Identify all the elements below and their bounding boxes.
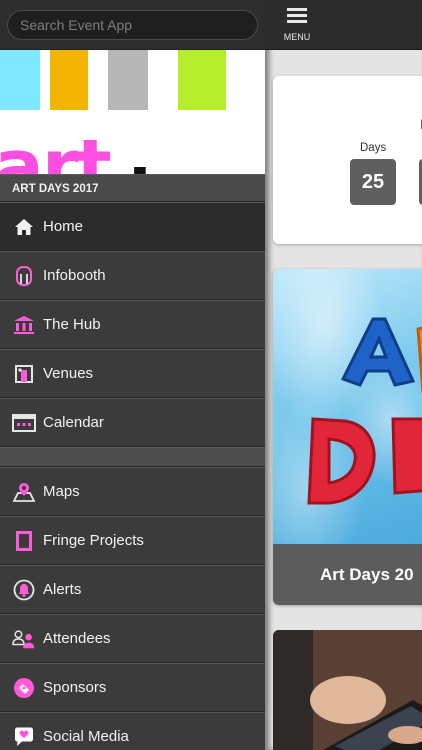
social-icon <box>12 725 36 749</box>
menu-item-venues[interactable]: Venues <box>0 349 265 398</box>
alert-icon <box>12 578 36 602</box>
main-content: MENU I Days 25 Art Days 20 <box>265 0 422 750</box>
menu-item-label: Fringe Projects <box>43 532 144 549</box>
sponsor-icon <box>12 676 36 700</box>
menu-item-social-media[interactable]: Social Media <box>0 712 265 750</box>
feature-caption: Art Days 20 <box>273 544 422 605</box>
menu-item-infobooth[interactable]: Infobooth <box>0 251 265 300</box>
tablet-photo-image <box>273 630 422 750</box>
map-pin-icon <box>12 480 36 504</box>
infobooth-icon <box>12 264 36 288</box>
home-icon <box>12 215 36 239</box>
inflatable-letters-image <box>307 317 422 505</box>
menu-item-fringe-projects[interactable]: Fringe Projects <box>0 516 265 565</box>
top-bar: MENU <box>265 0 422 50</box>
section-title: ART DAYS 2017 <box>0 174 265 202</box>
menu-button[interactable]: MENU <box>280 7 314 45</box>
banner-stripe-green <box>178 50 226 110</box>
menu-label: MENU <box>283 32 311 42</box>
menu-item-label: The Hub <box>43 316 101 333</box>
calendar-icon <box>12 411 36 435</box>
menu-item-label: Home <box>43 218 84 235</box>
frame-icon <box>12 529 36 553</box>
banner-stripe-yellow <box>50 50 88 110</box>
banner-stripe-gray <box>108 50 148 110</box>
menu-item-label: Sponsors <box>43 679 107 696</box>
attendees-icon <box>12 627 36 651</box>
countdown-days-value: 25 <box>350 159 396 205</box>
event-banner: art days <box>0 50 265 174</box>
photo-card[interactable] <box>273 630 422 750</box>
menu-item-label: Maps <box>43 483 80 500</box>
menu-item-alerts[interactable]: Alerts <box>0 565 265 614</box>
banner-word-days: days <box>104 162 265 175</box>
menu-item-label: Calendar <box>43 414 104 431</box>
countdown-card: I <box>273 76 422 244</box>
search-input[interactable] <box>7 10 258 40</box>
menu-item-home[interactable]: Home <box>0 202 265 251</box>
feature-card[interactable]: Art Days 20 <box>273 269 422 605</box>
venue-icon <box>12 362 36 386</box>
menu-item-attendees[interactable]: Attendees <box>0 614 265 663</box>
banner-word-art: art <box>0 124 112 174</box>
hamburger-icon <box>287 7 307 29</box>
banner-stripe-cyan <box>0 50 40 110</box>
side-menu: art days ART DAYS 2017 Home Infobooth Th… <box>0 0 265 750</box>
menu-item-label: Attendees <box>43 630 111 647</box>
menu-item-the-hub[interactable]: The Hub <box>0 300 265 349</box>
search-bar <box>0 0 265 50</box>
menu-item-label: Infobooth <box>43 267 106 284</box>
menu-item-calendar[interactable]: Calendar <box>0 398 265 447</box>
menu-item-label: Venues <box>43 365 94 382</box>
menu-item-maps[interactable]: Maps <box>0 467 265 516</box>
menu-divider <box>0 447 265 467</box>
building-icon <box>12 313 36 337</box>
countdown-days-label: Days <box>360 142 387 154</box>
menu-item-label: Alerts <box>43 581 82 598</box>
menu-item-sponsors[interactable]: Sponsors <box>0 663 265 712</box>
feature-image <box>273 269 422 544</box>
menu-item-label: Social Media <box>43 728 129 745</box>
